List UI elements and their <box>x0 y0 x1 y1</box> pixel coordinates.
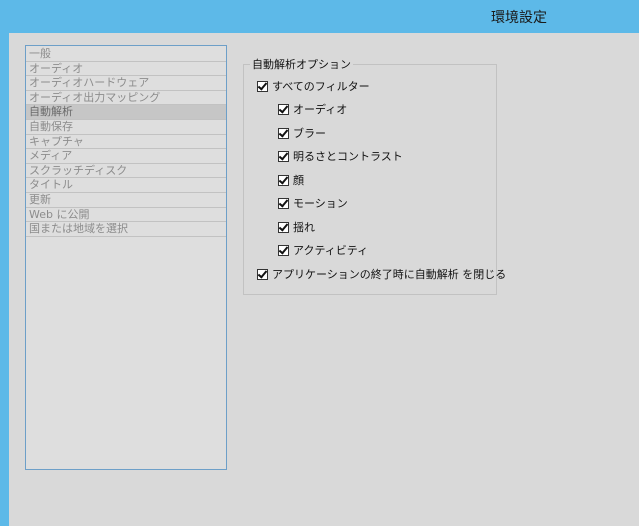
checkmark-icon <box>278 102 289 114</box>
filter-face-option[interactable]: 顔 <box>278 173 304 187</box>
checkmark-icon <box>278 196 289 208</box>
filter-brightness-contrast-checkbox[interactable] <box>278 149 289 162</box>
checkmark-icon <box>278 220 289 232</box>
category-item-audio[interactable]: オーディオ <box>26 62 226 77</box>
checkmark-icon <box>278 173 289 185</box>
filter-blur-option[interactable]: ブラー <box>278 126 326 140</box>
filter-blur-label: ブラー <box>293 127 326 140</box>
category-item-updates[interactable]: 更新 <box>26 193 226 208</box>
filter-audio-label: オーディオ <box>293 103 348 116</box>
all-filters-option[interactable]: すべてのフィルター <box>257 79 370 93</box>
all-filters-label: すべてのフィルター <box>272 80 370 93</box>
checkmark-icon <box>278 243 289 255</box>
filter-activity-checkbox[interactable] <box>278 243 289 256</box>
window-title: 環境設定 <box>491 10 547 26</box>
filter-motion-option[interactable]: モーション <box>278 196 348 210</box>
filter-shake-label: 揺れ <box>293 221 315 234</box>
filter-motion-checkbox[interactable] <box>278 196 289 209</box>
filter-blur-checkbox[interactable] <box>278 126 289 139</box>
filter-motion-label: モーション <box>293 197 348 210</box>
category-item-audio-output-mapping[interactable]: オーディオ出力マッピング <box>26 91 226 106</box>
checkmark-icon <box>278 126 289 138</box>
close-on-exit-label: アプリケーションの終了時に自動解析 を閉じる <box>272 268 507 281</box>
filter-audio-checkbox[interactable] <box>278 102 289 115</box>
filter-shake-checkbox[interactable] <box>278 220 289 233</box>
category-item-publish-web[interactable]: Web に公開 <box>26 208 226 223</box>
checkmark-icon <box>257 267 268 279</box>
preferences-window: 環境設定 一般 オーディオ オーディオハードウェア オーディオ出力マッピング 自… <box>0 0 639 526</box>
category-item-titles[interactable]: タイトル <box>26 178 226 193</box>
category-item-auto-save[interactable]: 自動保存 <box>26 120 226 135</box>
filter-activity-label: アクティビティ <box>293 244 369 257</box>
filter-shake-option[interactable]: 揺れ <box>278 220 315 234</box>
window-frame-left <box>0 33 9 526</box>
category-item-capture[interactable]: キャプチャ <box>26 135 226 150</box>
checkmark-icon <box>257 79 268 91</box>
filter-face-checkbox[interactable] <box>278 173 289 186</box>
category-item-audio-hardware[interactable]: オーディオハードウェア <box>26 76 226 91</box>
checkmark-icon <box>278 149 289 161</box>
category-item-media[interactable]: メディア <box>26 149 226 164</box>
all-filters-checkbox[interactable] <box>257 79 268 92</box>
category-item-general[interactable]: 一般 <box>26 47 226 62</box>
close-on-exit-checkbox[interactable] <box>257 267 268 280</box>
title-bar[interactable]: 環境設定 <box>0 0 639 33</box>
category-list[interactable]: 一般 オーディオ オーディオハードウェア オーディオ出力マッピング 自動解析 自… <box>25 45 227 470</box>
filter-brightness-contrast-label: 明るさとコントラスト <box>293 150 403 163</box>
dialog-body: 一般 オーディオ オーディオハードウェア オーディオ出力マッピング 自動解析 自… <box>9 33 639 526</box>
category-item-country-region[interactable]: 国または地域を選択 <box>26 222 226 237</box>
category-item-scratch-disks[interactable]: スクラッチディスク <box>26 164 226 179</box>
auto-analysis-options-title: 自動解析オプション <box>250 56 353 72</box>
category-item-auto-analysis[interactable]: 自動解析 <box>26 105 226 120</box>
filter-brightness-contrast-option[interactable]: 明るさとコントラスト <box>278 149 403 163</box>
close-on-exit-option[interactable]: アプリケーションの終了時に自動解析 を閉じる <box>257 267 506 281</box>
filter-audio-option[interactable]: オーディオ <box>278 102 347 116</box>
filter-face-label: 顔 <box>293 174 304 187</box>
filter-activity-option[interactable]: アクティビティ <box>278 243 368 257</box>
